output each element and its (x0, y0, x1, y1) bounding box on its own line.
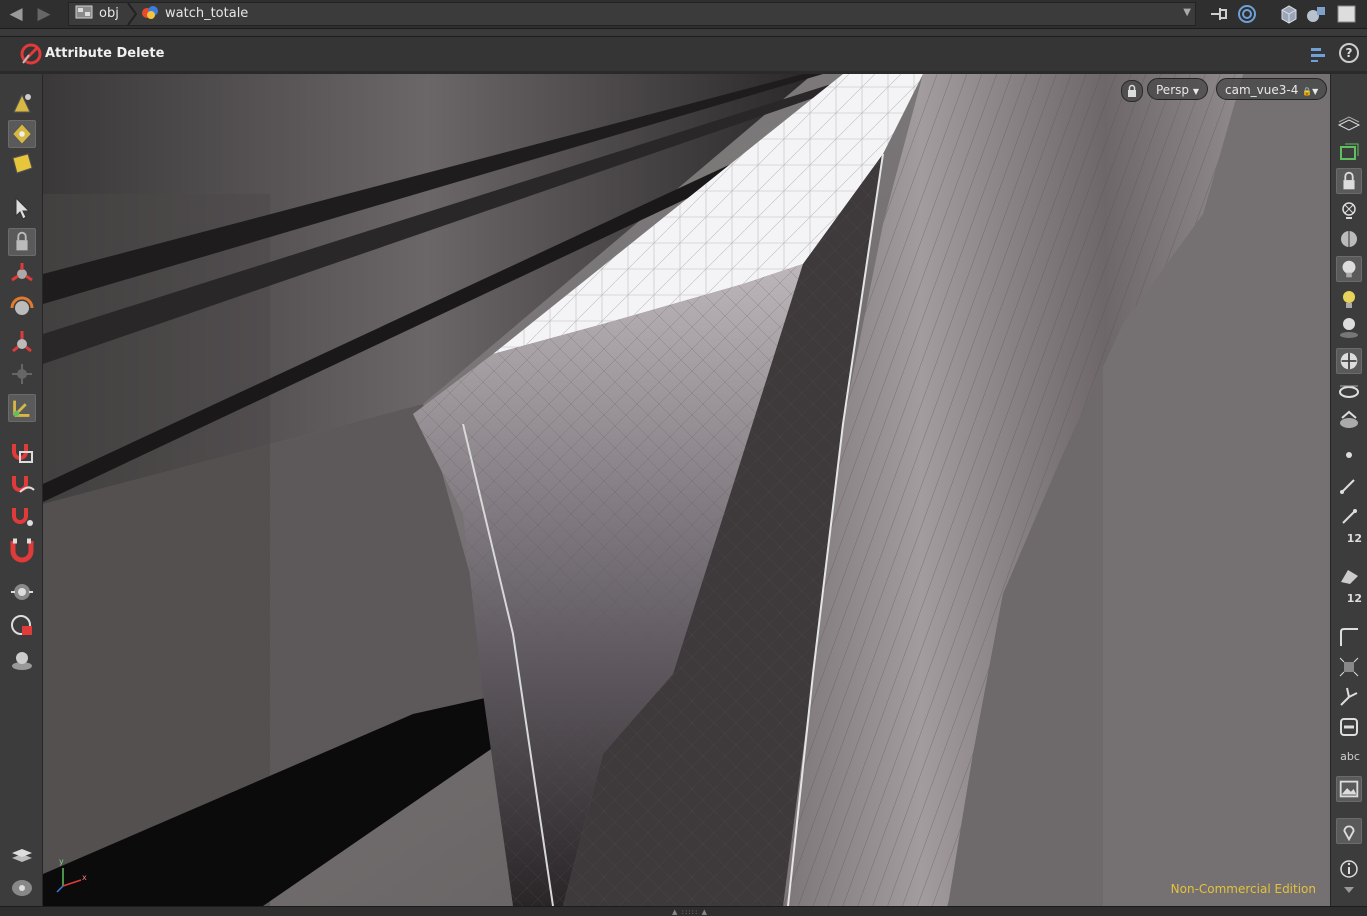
toolbar-scroll-down-icon[interactable] (1336, 882, 1362, 898)
point-trails-icon[interactable] (1336, 502, 1362, 528)
lock-view-icon[interactable] (1121, 80, 1143, 102)
shading-mode-icon[interactable] (1336, 348, 1362, 374)
ghost-layers-icon[interactable] (1336, 112, 1362, 138)
cube-icon[interactable] (1278, 4, 1300, 24)
scale-tool-icon[interactable] (8, 328, 36, 356)
network-path-field[interactable]: obj watch_totale ▼ (68, 2, 1196, 26)
background-image-icon[interactable] (1336, 776, 1362, 802)
obj-network-icon (75, 5, 93, 19)
display-cam-icon[interactable] (1336, 408, 1362, 434)
chevron-right-icon (127, 3, 137, 25)
display-edges-icon[interactable] (1336, 624, 1362, 650)
location-pin-icon[interactable] (1336, 818, 1362, 844)
panel-maximize-icon[interactable] (1336, 4, 1358, 24)
info-icon[interactable] (1336, 856, 1362, 882)
snapshot-icon[interactable] (8, 612, 36, 640)
backface-icon[interactable] (1336, 378, 1362, 404)
shadow-light-icon[interactable] (1336, 314, 1362, 340)
axis-x-label: x (82, 873, 87, 882)
path-dropdown-icon[interactable]: ▼ (1183, 7, 1191, 18)
help-icon[interactable]: ? (1339, 43, 1359, 63)
handle-tool-icon[interactable] (8, 394, 36, 422)
camera-lock-icon: 🔒▼ (1302, 87, 1319, 96)
scene-viewport[interactable]: Persp ▼ cam_vue3-4 🔒▼ y x Non-Commercial… (43, 74, 1330, 906)
select-arrow-icon[interactable] (8, 194, 36, 222)
geometry-object-icon (142, 6, 158, 19)
path-bar: ◀ ▶ obj watch_totale ▼ (0, 0, 1367, 29)
pin-icon[interactable] (1208, 4, 1230, 24)
viewport-geometry (43, 74, 1330, 906)
headlight-icon[interactable] (1336, 226, 1362, 252)
axis-gizmo: y x (56, 857, 87, 893)
projection-menu[interactable]: Persp ▼ (1147, 78, 1208, 100)
shapes-icon[interactable] (1305, 4, 1327, 24)
crumb-watch-totale[interactable]: watch_totale (141, 3, 248, 25)
rotate-tool-icon[interactable] (8, 294, 36, 322)
display-points-icon[interactable] (1336, 442, 1362, 468)
normal-light-icon[interactable] (1336, 256, 1362, 282)
select-points-icon[interactable] (8, 90, 36, 118)
select-edges-icon[interactable] (8, 120, 36, 148)
transform-disabled-icon[interactable] (8, 360, 36, 388)
vertex-icon[interactable] (1336, 684, 1362, 710)
crumb-obj[interactable]: obj (75, 3, 119, 25)
no-light-icon[interactable] (1336, 198, 1362, 224)
display-options-icon[interactable] (8, 874, 36, 902)
point-numbers-icon[interactable]: 12 (1336, 532, 1362, 558)
left-toolbar (0, 74, 43, 906)
lock-tool-icon[interactable] (8, 228, 36, 256)
operation-title: Attribute Delete (45, 46, 165, 61)
magnet-curve-icon[interactable] (8, 470, 36, 498)
light-probe-icon[interactable] (8, 646, 36, 674)
operation-bar: Attribute Delete ? (0, 36, 1367, 72)
arrow-left-icon[interactable]: ◀ (6, 4, 26, 24)
edition-label: Non-Commercial Edition (1170, 882, 1316, 896)
display-text-label[interactable]: abc (1335, 750, 1365, 763)
prim-numbers-icon[interactable]: 12 (1336, 592, 1362, 618)
move-tool-icon[interactable] (8, 260, 36, 288)
magnet-point-icon[interactable] (8, 502, 36, 530)
display-guides-icon[interactable] (1336, 714, 1362, 740)
lock-camera-icon[interactable] (1336, 168, 1362, 194)
render-camera-icon[interactable] (8, 578, 36, 606)
high-quality-light-icon[interactable] (1336, 286, 1362, 312)
attribute-delete-icon (20, 43, 42, 65)
magnet-icon[interactable] (8, 536, 36, 564)
chevron-down-icon: ▼ (1192, 87, 1199, 96)
template-icon[interactable] (1336, 140, 1362, 166)
point-normals-icon[interactable] (1336, 472, 1362, 498)
layers-icon[interactable] (8, 842, 36, 870)
arrow-right-icon[interactable]: ▶ (34, 4, 54, 24)
hull-icon[interactable] (1336, 654, 1362, 680)
tool-options-icon[interactable] (1309, 45, 1329, 63)
right-toolbar: 12 12 abc (1330, 74, 1367, 906)
magnet-box-icon[interactable] (8, 438, 36, 466)
prim-normals-icon[interactable] (1336, 562, 1362, 588)
radial-icon[interactable] (1236, 4, 1258, 24)
select-primitives-icon[interactable] (8, 150, 36, 178)
axis-y-label: y (59, 857, 64, 866)
camera-menu[interactable]: cam_vue3-4 🔒▼ (1216, 78, 1328, 100)
